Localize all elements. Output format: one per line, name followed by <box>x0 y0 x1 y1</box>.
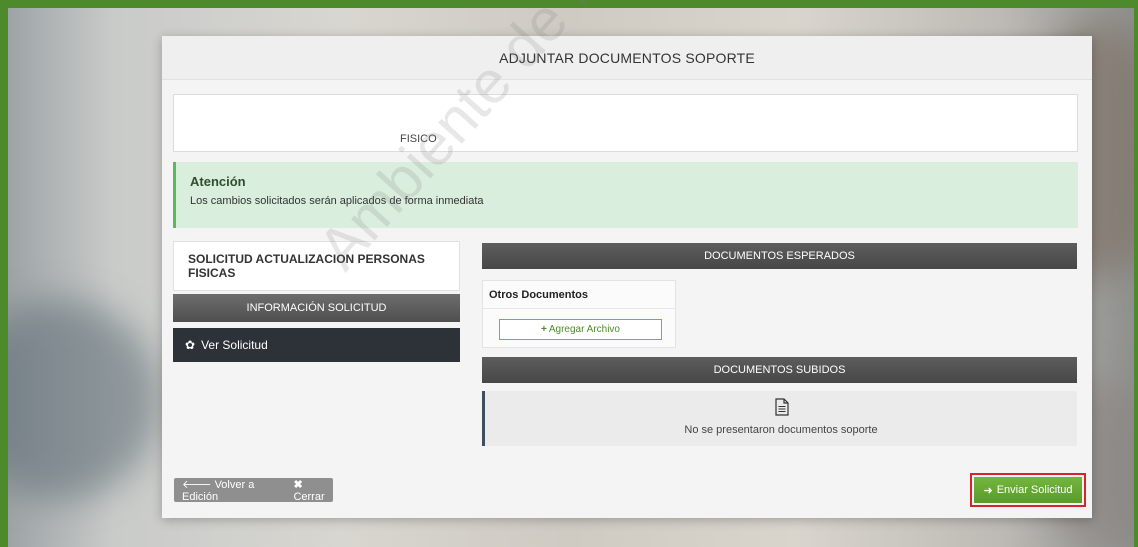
back-and-close-group: 🡐 Volver a Edición ✖ Cerrar <box>174 477 333 503</box>
person-type-label: FISICO <box>400 133 437 145</box>
expected-documents-header: DOCUMENTOS ESPERADOS <box>482 243 1077 269</box>
uploaded-documents-header: DOCUMENTOS SUBIDOS <box>482 357 1077 383</box>
close-label: Cerrar <box>293 490 325 503</box>
alert-title: Atención <box>190 174 246 189</box>
document-icon <box>775 398 789 416</box>
no-documents-text: No se presentaron documentos soporte <box>684 424 878 436</box>
attach-documents-modal: ADJUNTAR DOCUMENTOS SOPORTE FISICO Atenc… <box>162 36 1092 518</box>
gear-icon: ✿ <box>185 338 196 352</box>
view-request-label: Ver Solicitud <box>201 338 268 352</box>
alert-text: Los cambios solicitados serán aplicados … <box>190 195 484 207</box>
submit-highlight: ➜ Enviar Solicitud <box>970 473 1086 507</box>
add-file-label: Agregar Archivo <box>548 324 620 335</box>
close-icon: ✖ <box>293 478 303 491</box>
close-button[interactable]: ✖ Cerrar <box>293 478 333 503</box>
request-type-card: SOLICITUD ACTUALIZACION PERSONAS FISICAS <box>173 241 460 291</box>
back-to-edit-button[interactable]: 🡐 Volver a Edición <box>182 477 283 503</box>
attention-alert: Atención Los cambios solicitados serán a… <box>173 162 1078 228</box>
person-type-box: FISICO <box>173 94 1078 152</box>
view-request-button[interactable]: ✿ Ver Solicitud <box>173 328 460 362</box>
add-file-button[interactable]: + Agregar Archivo <box>499 319 662 340</box>
arrow-left-icon: 🡐 <box>182 479 215 491</box>
request-info-header: INFORMACIÓN SOLICITUD <box>173 294 460 322</box>
arrow-right-icon: ➜ <box>983 484 993 497</box>
card-divider <box>483 308 675 309</box>
modal-title: ADJUNTAR DOCUMENTOS SOPORTE <box>162 36 1092 80</box>
other-documents-card: Otros Documentos + Agregar Archivo <box>482 280 676 348</box>
submit-request-label: Enviar Solicitud <box>996 484 1073 496</box>
plus-icon: + <box>541 324 547 335</box>
other-documents-title: Otros Documentos <box>489 289 589 301</box>
uploaded-documents-empty: No se presentaron documentos soporte <box>482 391 1077 446</box>
submit-request-button[interactable]: ➜ Enviar Solicitud <box>974 477 1082 503</box>
